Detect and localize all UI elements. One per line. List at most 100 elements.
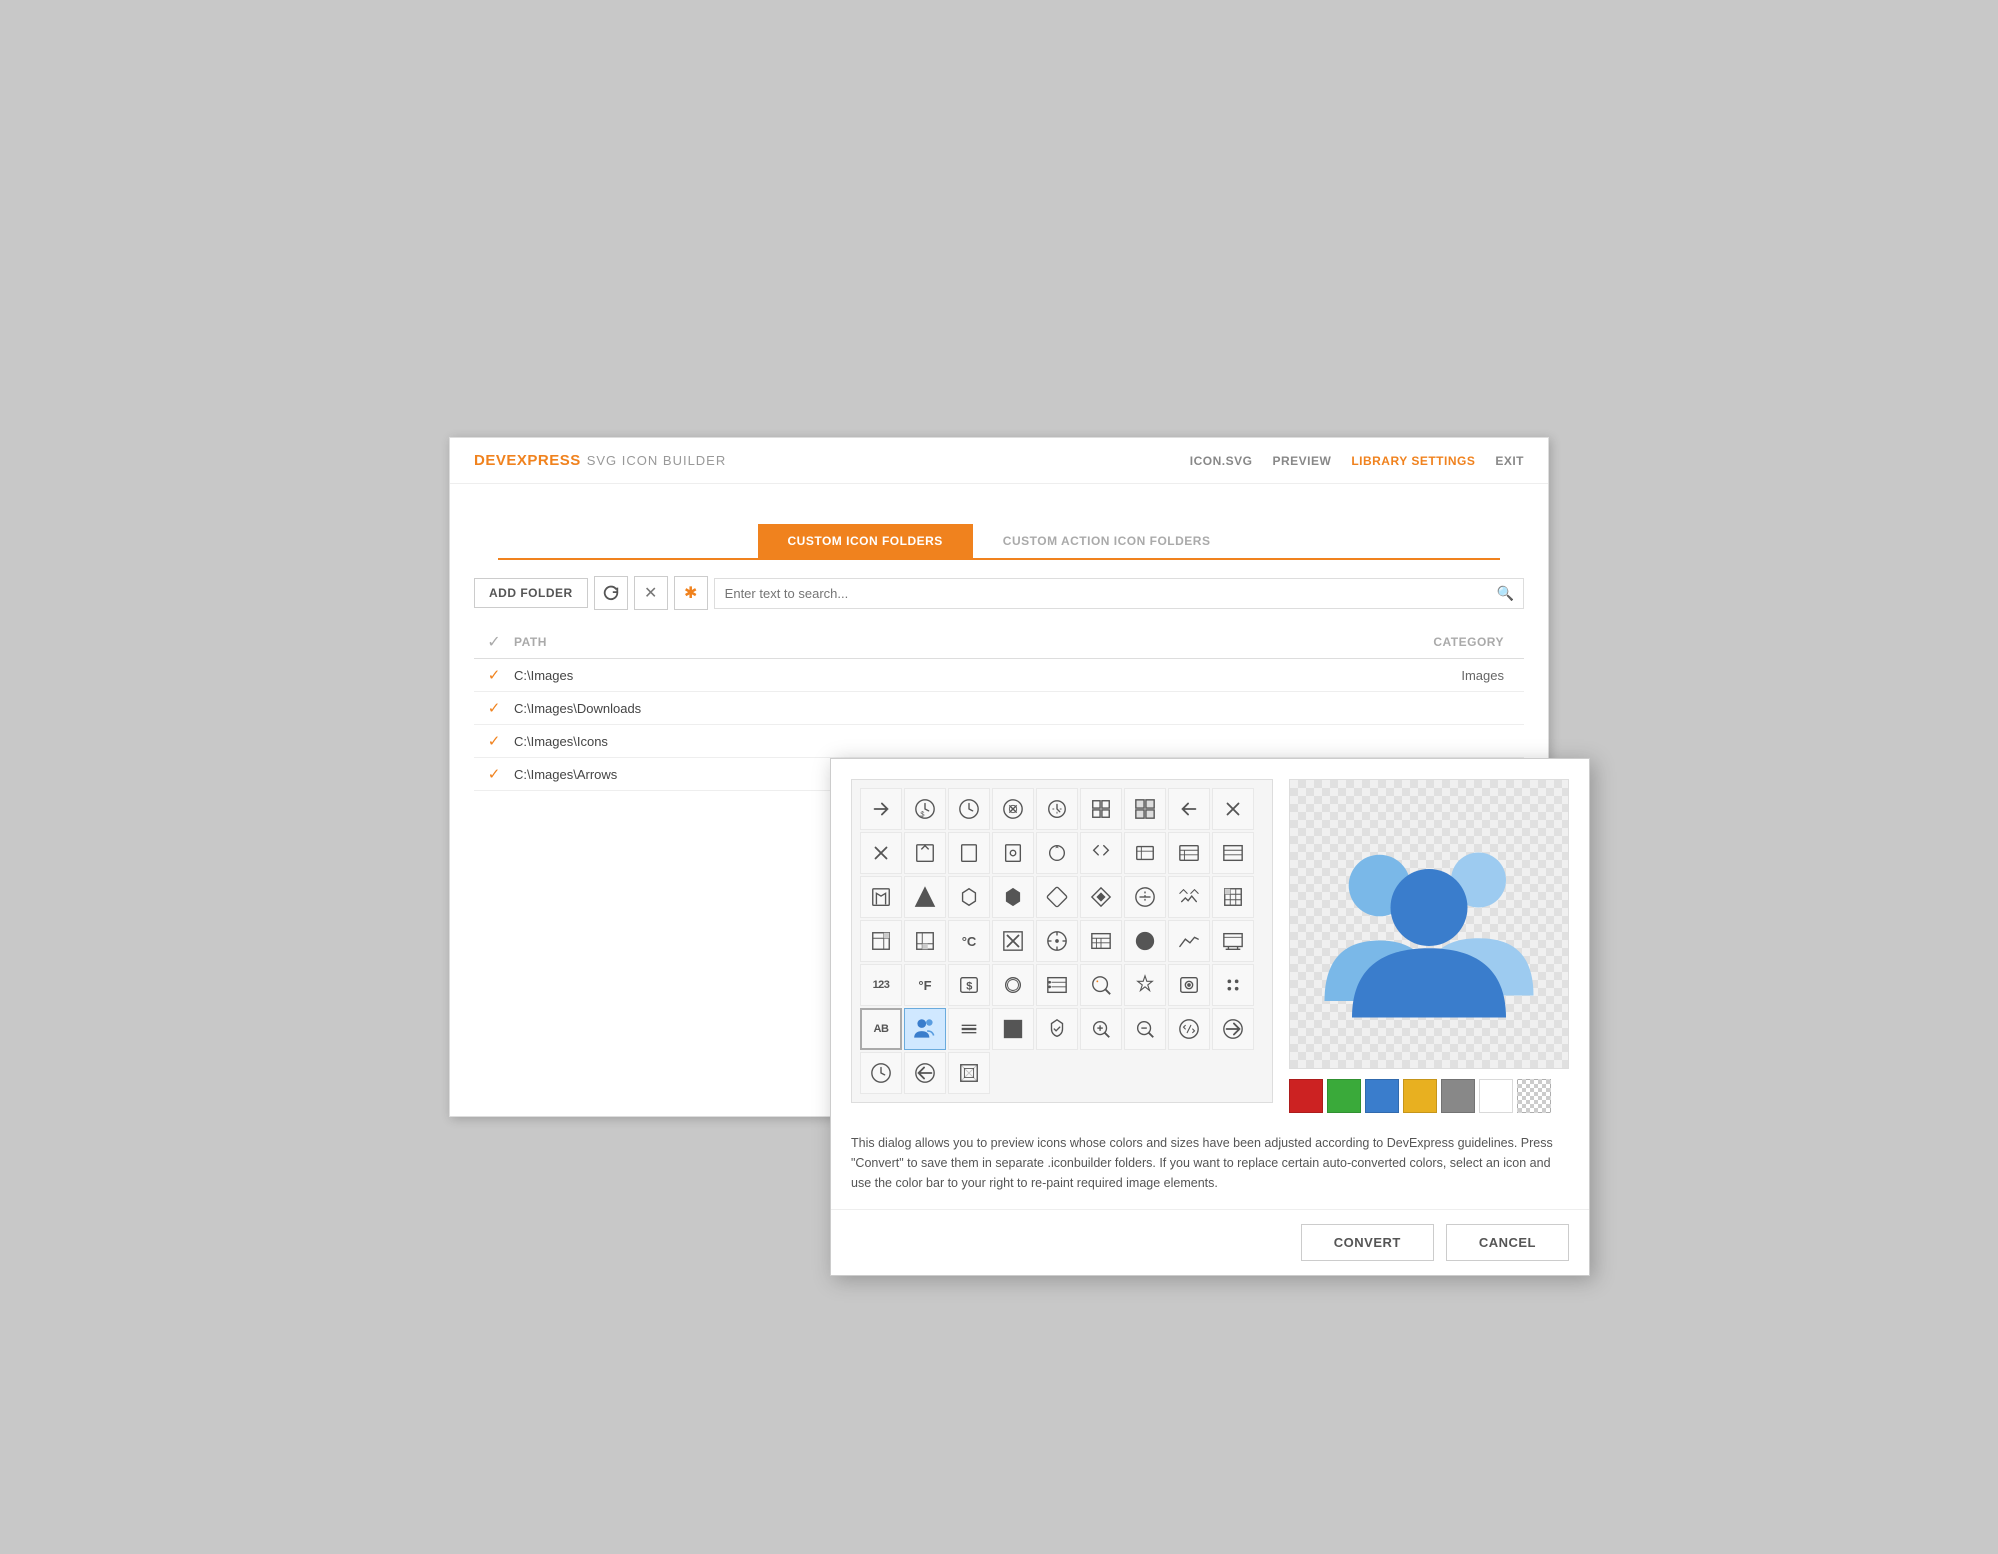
icon-cell[interactable] bbox=[1212, 1008, 1254, 1050]
icon-cell[interactable] bbox=[860, 876, 902, 918]
main-window: DEVEXPRESS SVG ICON BUILDER ICON.SVG PRE… bbox=[449, 437, 1549, 1117]
icon-cell[interactable] bbox=[1036, 920, 1078, 962]
icon-cell[interactable] bbox=[904, 876, 946, 918]
icon-cell[interactable] bbox=[1036, 832, 1078, 874]
icon-cell[interactable] bbox=[860, 788, 902, 830]
color-bar bbox=[1289, 1079, 1569, 1113]
icon-cell[interactable] bbox=[1080, 832, 1122, 874]
icon-cell[interactable] bbox=[948, 876, 990, 918]
icon-cell[interactable] bbox=[860, 920, 902, 962]
icon-cell[interactable] bbox=[992, 832, 1034, 874]
search-input[interactable] bbox=[714, 578, 1524, 609]
refresh-button[interactable] bbox=[594, 576, 628, 610]
icon-cell[interactable] bbox=[1212, 876, 1254, 918]
icon-cell[interactable] bbox=[992, 788, 1034, 830]
icon-cell[interactable] bbox=[1168, 964, 1210, 1006]
icon-cell[interactable] bbox=[1124, 876, 1166, 918]
icon-cell[interactable] bbox=[948, 832, 990, 874]
check-all[interactable]: ✓ bbox=[487, 634, 500, 651]
icon-cell[interactable] bbox=[1080, 788, 1122, 830]
icon-cell[interactable]: °F bbox=[904, 964, 946, 1006]
icon-cell[interactable] bbox=[948, 1008, 990, 1050]
icon-cell[interactable] bbox=[1080, 876, 1122, 918]
icon-cell[interactable] bbox=[1124, 788, 1166, 830]
col-category-header: CATEGORY bbox=[1224, 635, 1524, 649]
app-logo: DEVEXPRESS SVG ICON BUILDER bbox=[474, 452, 726, 469]
nav-icon-svg[interactable]: ICON.SVG bbox=[1190, 454, 1253, 468]
dialog-description: This dialog allows you to preview icons … bbox=[831, 1133, 1589, 1209]
icon-cell[interactable] bbox=[1168, 832, 1210, 874]
svg-text:$: $ bbox=[920, 809, 924, 818]
settings-button[interactable]: ✱ bbox=[674, 576, 708, 610]
icon-cell[interactable] bbox=[992, 1008, 1034, 1050]
icon-cell[interactable] bbox=[948, 1052, 990, 1094]
cancel-button[interactable]: CANCEL bbox=[1446, 1224, 1569, 1261]
icon-cell[interactable] bbox=[1124, 832, 1166, 874]
color-swatch-white[interactable] bbox=[1479, 1079, 1513, 1113]
icon-cell[interactable] bbox=[1080, 920, 1122, 962]
icon-cell-selected[interactable] bbox=[904, 1008, 946, 1050]
search-wrapper: 🔍 bbox=[714, 578, 1524, 609]
icon-cell[interactable] bbox=[1168, 1008, 1210, 1050]
icon-cell[interactable]: AB bbox=[860, 1008, 902, 1050]
table-row[interactable]: ✓ C:\Images\Downloads bbox=[474, 692, 1524, 725]
preview-panel bbox=[1289, 779, 1569, 1113]
icon-cell[interactable]: $ bbox=[904, 788, 946, 830]
color-swatch-transparent[interactable] bbox=[1517, 1079, 1551, 1113]
preview-canvas bbox=[1289, 779, 1569, 1069]
color-swatch-red[interactable] bbox=[1289, 1079, 1323, 1113]
nav-exit[interactable]: EXIT bbox=[1495, 454, 1524, 468]
nav-preview[interactable]: PREVIEW bbox=[1272, 454, 1331, 468]
icon-cell[interactable] bbox=[904, 1052, 946, 1094]
icon-cell[interactable] bbox=[1212, 964, 1254, 1006]
table-row[interactable]: ✓ C:\Images Images bbox=[474, 659, 1524, 692]
icon-cell[interactable] bbox=[1036, 964, 1078, 1006]
header-nav: ICON.SVG PREVIEW LIBRARY SETTINGS EXIT bbox=[1190, 454, 1524, 468]
icon-cell[interactable] bbox=[1124, 920, 1166, 962]
icon-cell[interactable] bbox=[1124, 964, 1166, 1006]
col-path-header: PATH bbox=[514, 635, 1224, 649]
icon-cell[interactable] bbox=[860, 832, 902, 874]
table-row[interactable]: ✓ C:\Images\Icons bbox=[474, 725, 1524, 758]
nav-library-settings[interactable]: LIBRARY SETTINGS bbox=[1351, 454, 1475, 468]
icon-cell[interactable] bbox=[1124, 1008, 1166, 1050]
icon-cell[interactable] bbox=[1168, 920, 1210, 962]
color-swatch-blue[interactable] bbox=[1365, 1079, 1399, 1113]
add-folder-button[interactable]: ADD FOLDER bbox=[474, 578, 588, 608]
icon-cell[interactable] bbox=[992, 964, 1034, 1006]
icon-cell[interactable] bbox=[1036, 1008, 1078, 1050]
icon-cell[interactable] bbox=[992, 920, 1034, 962]
icon-cell[interactable] bbox=[948, 788, 990, 830]
icon-cell[interactable] bbox=[1080, 1008, 1122, 1050]
icon-cell[interactable] bbox=[1212, 832, 1254, 874]
convert-dialog: $ bbox=[830, 758, 1590, 1276]
icon-cell[interactable] bbox=[1168, 876, 1210, 918]
color-swatch-yellow[interactable] bbox=[1403, 1079, 1437, 1113]
icon-cell[interactable]: $ bbox=[948, 964, 990, 1006]
icons-grid: $ bbox=[851, 779, 1273, 1103]
icon-cell[interactable]: °C bbox=[948, 920, 990, 962]
icon-cell[interactable]: 123 bbox=[860, 964, 902, 1006]
icon-cell[interactable] bbox=[992, 876, 1034, 918]
icon-cell[interactable] bbox=[1168, 788, 1210, 830]
tab-custom-action-icon-folders[interactable]: CUSTOM ACTION ICON FOLDERS bbox=[973, 524, 1241, 558]
search-icon: 🔍 bbox=[1497, 585, 1514, 602]
convert-button[interactable]: CONVERT bbox=[1301, 1224, 1434, 1261]
icons-grid-panel: $ bbox=[851, 779, 1273, 1113]
toolbar: ADD FOLDER ✕ ✱ 🔍 bbox=[450, 560, 1548, 626]
color-swatch-gray[interactable] bbox=[1441, 1079, 1475, 1113]
icon-cell[interactable] bbox=[1212, 788, 1254, 830]
logo-subtitle: SVG ICON BUILDER bbox=[587, 453, 727, 468]
icon-cell[interactable] bbox=[1212, 920, 1254, 962]
icon-cell[interactable] bbox=[904, 832, 946, 874]
color-swatch-green[interactable] bbox=[1327, 1079, 1361, 1113]
icon-cell[interactable] bbox=[860, 1052, 902, 1094]
icon-cell[interactable] bbox=[904, 920, 946, 962]
tab-custom-icon-folders[interactable]: CUSTOM ICON FOLDERS bbox=[758, 524, 973, 558]
icon-cell[interactable] bbox=[1036, 876, 1078, 918]
delete-button[interactable]: ✕ bbox=[634, 576, 668, 610]
icon-cell[interactable] bbox=[1080, 964, 1122, 1006]
icon-cell[interactable] bbox=[1036, 788, 1078, 830]
svg-text:$: $ bbox=[966, 981, 972, 993]
dialog-body: $ bbox=[831, 759, 1589, 1133]
